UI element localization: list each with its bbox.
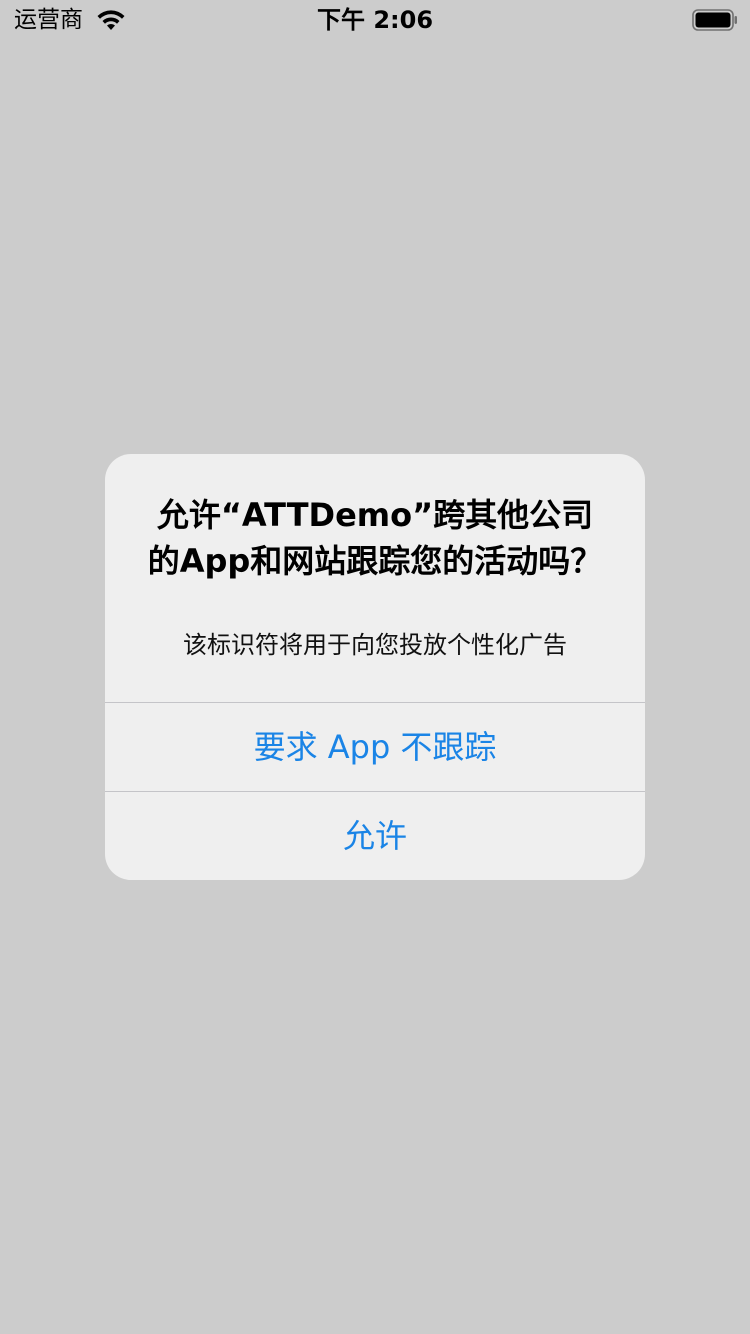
alert-title: 允许“ATTDemo”跨其他公司的App和网站跟踪您的活动吗？ [147, 496, 603, 580]
status-time: 下午 2:06 [316, 6, 434, 34]
battery-icon [692, 9, 737, 31]
ask-app-not-to-track-button[interactable]: 要求 App 不跟踪 [105, 703, 645, 791]
status-bar: 运营商 下午 2:06 [0, 0, 750, 40]
allow-button[interactable]: 允许 [105, 792, 645, 880]
tracking-permission-alert: 允许“ATTDemo”跨其他公司的App和网站跟踪您的活动吗？ 该标识符将用于向… [105, 454, 645, 880]
alert-message: 该标识符将用于向您投放个性化广告 [183, 631, 567, 659]
